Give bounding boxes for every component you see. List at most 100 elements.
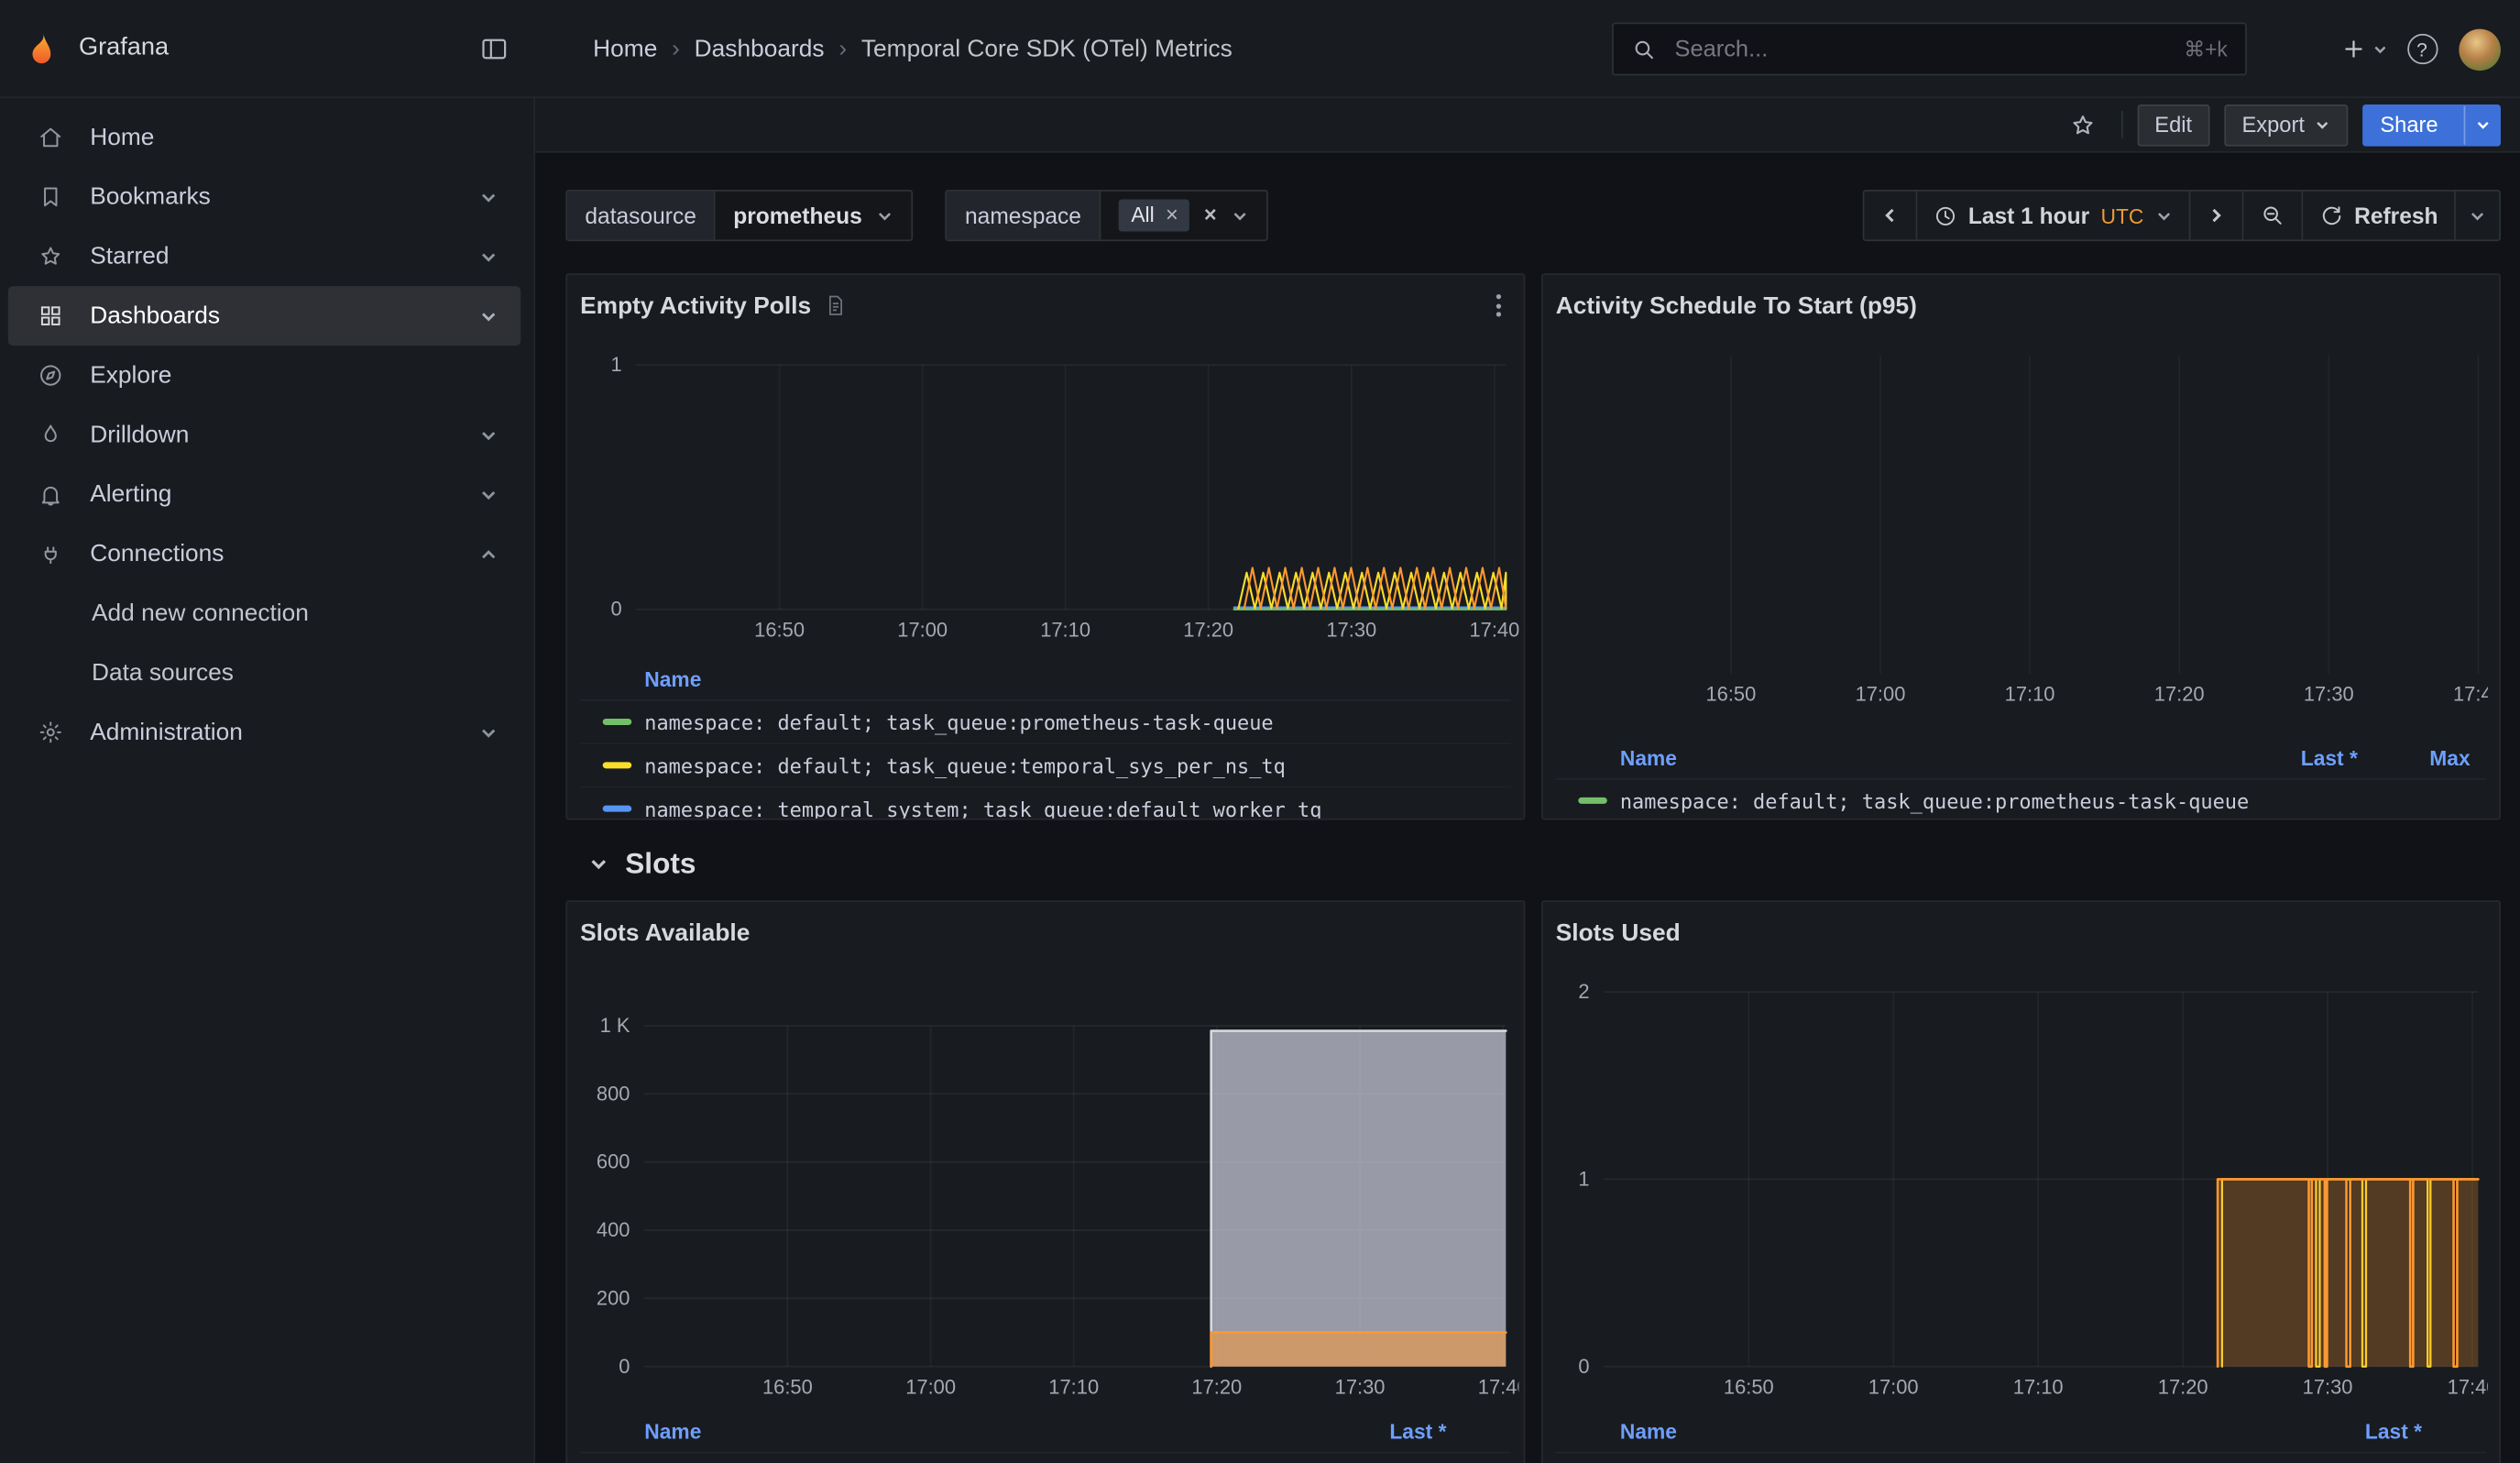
chevron-down-icon xyxy=(479,425,499,445)
time-shift-back-button[interactable] xyxy=(1864,192,1915,240)
sidebar-item-dashboards[interactable]: Dashboards xyxy=(8,286,520,346)
svg-text:17:30: 17:30 xyxy=(1326,619,1376,642)
svg-text:17:20: 17:20 xyxy=(2158,1376,2208,1399)
panel-slots-available: Slots Available 16:5017:0017:1017:2017:3… xyxy=(565,900,1525,1463)
sidebar-item-alerting[interactable]: Alerting xyxy=(8,465,520,524)
sidebar-item-add-new-connection[interactable]: Add new connection xyxy=(8,584,520,644)
panel-header: Slots Available xyxy=(580,915,1510,951)
svg-text:1: 1 xyxy=(611,353,622,376)
legend-sort-name[interactable]: Name xyxy=(644,1420,1333,1444)
favorite-star-button[interactable] xyxy=(2058,101,2107,149)
share-menu-button[interactable] xyxy=(2464,105,2500,144)
legend-sort-name[interactable]: Name xyxy=(644,667,701,691)
svg-text:17:00: 17:00 xyxy=(1856,683,1906,706)
variable-datasource-label: datasource xyxy=(567,192,716,240)
time-controls: Last 1 hour UTC xyxy=(1862,190,2501,241)
legend-header: Name Last * xyxy=(580,1416,1510,1453)
sidebar-item-explore[interactable]: Explore xyxy=(8,346,520,405)
sidebar-item-label: Administration xyxy=(90,719,243,746)
breadcrumb-home[interactable]: Home xyxy=(593,35,657,62)
sidebar-item-drilldown[interactable]: Drilldown xyxy=(8,405,520,465)
panel-title[interactable]: Slots Used xyxy=(1556,918,1681,946)
toolbar-divider xyxy=(2120,111,2122,138)
legend-row[interactable]: namespace: default; task_queue:temporal_… xyxy=(580,744,1510,787)
panel-title[interactable]: Empty Activity Polls xyxy=(580,292,811,319)
svg-text:16:50: 16:50 xyxy=(754,619,805,642)
timeseries-chart[interactable]: 16:5017:0017:1017:2017:3017:400200400600… xyxy=(580,960,1518,1403)
share-main-button[interactable]: Share xyxy=(2364,105,2454,144)
drilldown-icon xyxy=(37,422,64,449)
chevron-down-icon xyxy=(1231,206,1248,224)
panel-legend: Name Last * namespace: default; task_que… xyxy=(1556,1416,2486,1463)
svg-text:2: 2 xyxy=(1578,980,1589,1003)
description-icon[interactable] xyxy=(824,294,847,317)
grafana-logo[interactable] xyxy=(23,29,60,66)
sidebar-item-connections[interactable]: Connections xyxy=(8,524,520,584)
panel-title[interactable]: Slots Available xyxy=(580,918,750,946)
sidebar-item-home[interactable]: Home xyxy=(8,108,520,168)
svg-text:17:30: 17:30 xyxy=(1335,1376,1386,1399)
legend-sort-last[interactable]: Last * xyxy=(1334,1420,1447,1444)
legend-sort-name[interactable]: Name xyxy=(1620,746,2245,770)
export-button[interactable]: Export xyxy=(2224,104,2348,146)
chip-remove-icon[interactable]: × xyxy=(1166,204,1178,226)
svg-text:600: 600 xyxy=(597,1150,630,1173)
chevron-down-icon xyxy=(479,247,499,266)
timeseries-chart[interactable]: 16:5017:0017:1017:2017:3017:4001 xyxy=(580,333,1518,654)
refresh-button[interactable]: Refresh xyxy=(2301,192,2454,240)
sidebar-item-label: Drilldown xyxy=(90,422,189,449)
svg-text:17:00: 17:00 xyxy=(905,1376,956,1399)
search-box[interactable]: ⌘+k xyxy=(1612,23,2247,76)
legend-sort-last[interactable]: Last * xyxy=(2309,1420,2422,1444)
panel-empty-activity-polls: Empty Activity Polls 16:5017:0017:1017:2… xyxy=(565,273,1525,820)
legend-header: Name Last * Max xyxy=(1556,742,2486,779)
legend-row[interactable]: namespace: default; task_queue:prometheu… xyxy=(1556,1453,2486,1463)
sidebar-item-starred[interactable]: Starred xyxy=(8,226,520,286)
legend-row[interactable]: namespace: temporal_system; task_queue:d… xyxy=(580,787,1510,820)
breadcrumb: Home › Dashboards › Temporal Core SDK (O… xyxy=(593,35,1233,62)
panel-header: Activity Schedule To Start (p95) xyxy=(1556,288,2486,324)
refresh-interval-button[interactable] xyxy=(2454,192,2499,240)
svg-text:17:40: 17:40 xyxy=(2448,1376,2488,1399)
time-shift-forward-button[interactable] xyxy=(2188,192,2241,240)
panel-menu-button[interactable] xyxy=(1486,291,1510,320)
legend-row[interactable]: namespace: default; task_queue:prometheu… xyxy=(1556,780,2486,820)
series-color-marker xyxy=(603,719,632,725)
sidebar-item-bookmarks[interactable]: Bookmarks xyxy=(8,167,520,226)
variable-namespace-select[interactable]: All × × xyxy=(1101,192,1266,240)
namespace-value-chip[interactable]: All × xyxy=(1118,199,1189,231)
zoom-out-button[interactable] xyxy=(2241,192,2301,240)
clear-selection-icon[interactable]: × xyxy=(1204,204,1217,226)
svg-text:17:30: 17:30 xyxy=(2304,683,2354,706)
sidebar-item-label: Connections xyxy=(90,540,224,567)
brand-name[interactable]: Grafana xyxy=(79,34,169,63)
panel-legend: Name Last * Max namespace: default; task… xyxy=(1556,742,2486,820)
sidebar-item-administration[interactable]: Administration xyxy=(8,702,520,762)
variable-namespace: namespace All × × xyxy=(946,190,1268,241)
timeseries-chart[interactable]: 16:5017:0017:1017:2017:3017:40012 xyxy=(1556,960,2488,1403)
legend-sort-name[interactable]: Name xyxy=(1620,1420,2309,1444)
legend-sort-max[interactable]: Max xyxy=(2358,746,2471,770)
sidebar-item-label: Explore xyxy=(90,362,171,390)
edit-button[interactable]: Edit xyxy=(2137,104,2209,146)
time-range-picker[interactable]: Last 1 hour UTC xyxy=(1915,192,2188,240)
sidebar-item-data-sources[interactable]: Data sources xyxy=(8,644,520,703)
help-button[interactable]: ? xyxy=(2398,25,2447,73)
legend-row[interactable]: namespace: default; task_queue:prometheu… xyxy=(580,1453,1510,1463)
collapse-menu-button[interactable] xyxy=(471,26,516,71)
svg-text:17:00: 17:00 xyxy=(897,619,948,642)
user-menu-button[interactable] xyxy=(2456,25,2504,73)
panel-title[interactable]: Activity Schedule To Start (p95) xyxy=(1556,292,1917,319)
search-input[interactable] xyxy=(1671,35,2170,64)
timeseries-chart[interactable]: 16:5017:0017:1017:2017:3017:40 xyxy=(1556,333,2488,733)
breadcrumb-separator-icon: › xyxy=(672,35,680,62)
legend-row[interactable]: namespace: default; task_queue:prometheu… xyxy=(580,701,1510,744)
legend-sort-last[interactable]: Last * xyxy=(2245,746,2358,770)
row-section-slots[interactable]: Slots xyxy=(565,842,2501,885)
breadcrumb-dashboards[interactable]: Dashboards xyxy=(695,35,825,62)
new-button[interactable] xyxy=(2340,25,2389,73)
legend-label: namespace: temporal_system; task_queue:d… xyxy=(644,797,1510,820)
legend-header: Name Last * xyxy=(1556,1416,2486,1453)
variable-datasource-select[interactable]: prometheus xyxy=(716,192,912,240)
avatar xyxy=(2459,28,2501,71)
